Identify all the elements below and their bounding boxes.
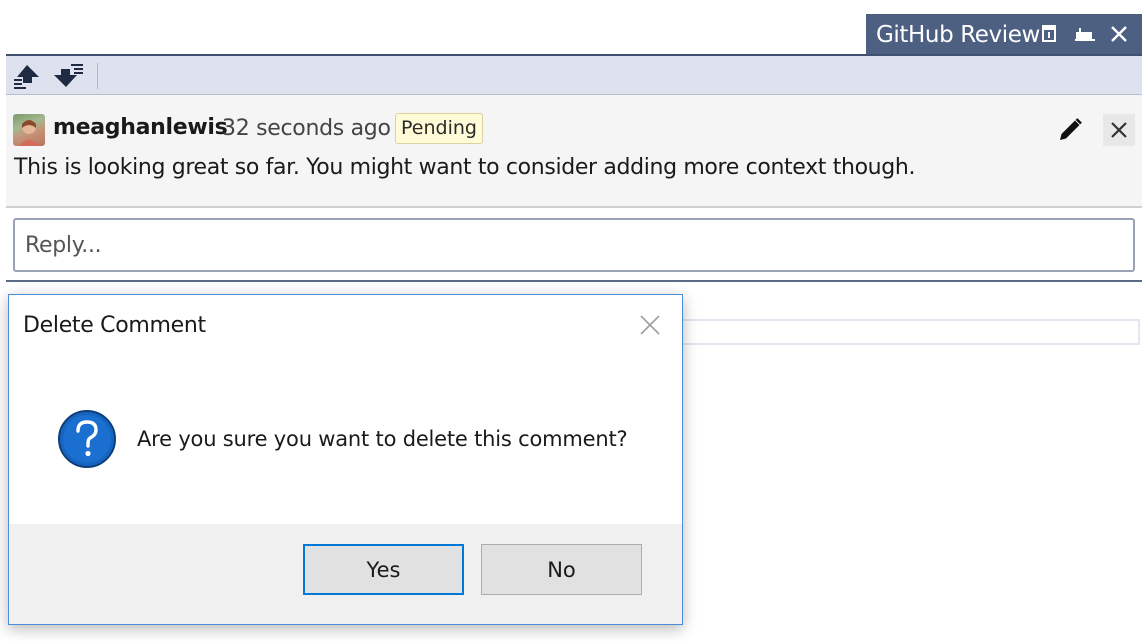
delete-comment-button[interactable] — [1103, 114, 1135, 146]
avatar — [13, 114, 45, 146]
next-comment-icon — [54, 64, 83, 87]
edit-icon — [1060, 118, 1082, 140]
github-review-window: GitHub Review meaghanlewis 32 seconds ag… — [0, 0, 1148, 641]
dialog-title: Delete Comment — [23, 313, 206, 338]
dialog-close-button[interactable] — [634, 309, 666, 341]
reply-section — [6, 208, 1142, 282]
tab-title: GitHub Review — [876, 21, 1040, 48]
reply-input[interactable] — [13, 218, 1135, 272]
close-icon — [1111, 122, 1127, 138]
comment-author[interactable]: meaghanlewis — [53, 115, 228, 140]
no-button[interactable]: No — [481, 544, 642, 595]
tool-window-tab[interactable]: GitHub Review — [866, 14, 1142, 55]
background-panel — [680, 319, 1140, 345]
review-comment: meaghanlewis 32 seconds ago Pending This… — [6, 95, 1142, 208]
dialog-message: Are you sure you want to delete this com… — [137, 427, 628, 451]
edit-comment-button[interactable] — [1055, 115, 1085, 145]
comment-timestamp: 32 seconds ago — [222, 116, 391, 141]
toolbar — [6, 56, 1142, 95]
close-icon[interactable] — [1108, 23, 1130, 45]
toolbar-separator — [97, 63, 98, 89]
next-comment-button[interactable] — [54, 62, 84, 90]
status-badge: Pending — [395, 113, 483, 144]
previous-comment-icon — [14, 65, 39, 89]
yes-button[interactable]: Yes — [303, 544, 464, 595]
previous-comment-button[interactable] — [12, 62, 42, 90]
auto-hide-icon[interactable] — [1074, 23, 1096, 45]
question-icon — [58, 410, 116, 468]
comment-body: This is looking great so far. You might … — [14, 155, 916, 180]
pin-window-icon[interactable] — [1038, 23, 1060, 45]
delete-comment-dialog: Delete Comment Are you sure you want to … — [8, 294, 683, 625]
close-icon — [640, 315, 660, 335]
dialog-button-bar: Yes No — [9, 524, 682, 624]
